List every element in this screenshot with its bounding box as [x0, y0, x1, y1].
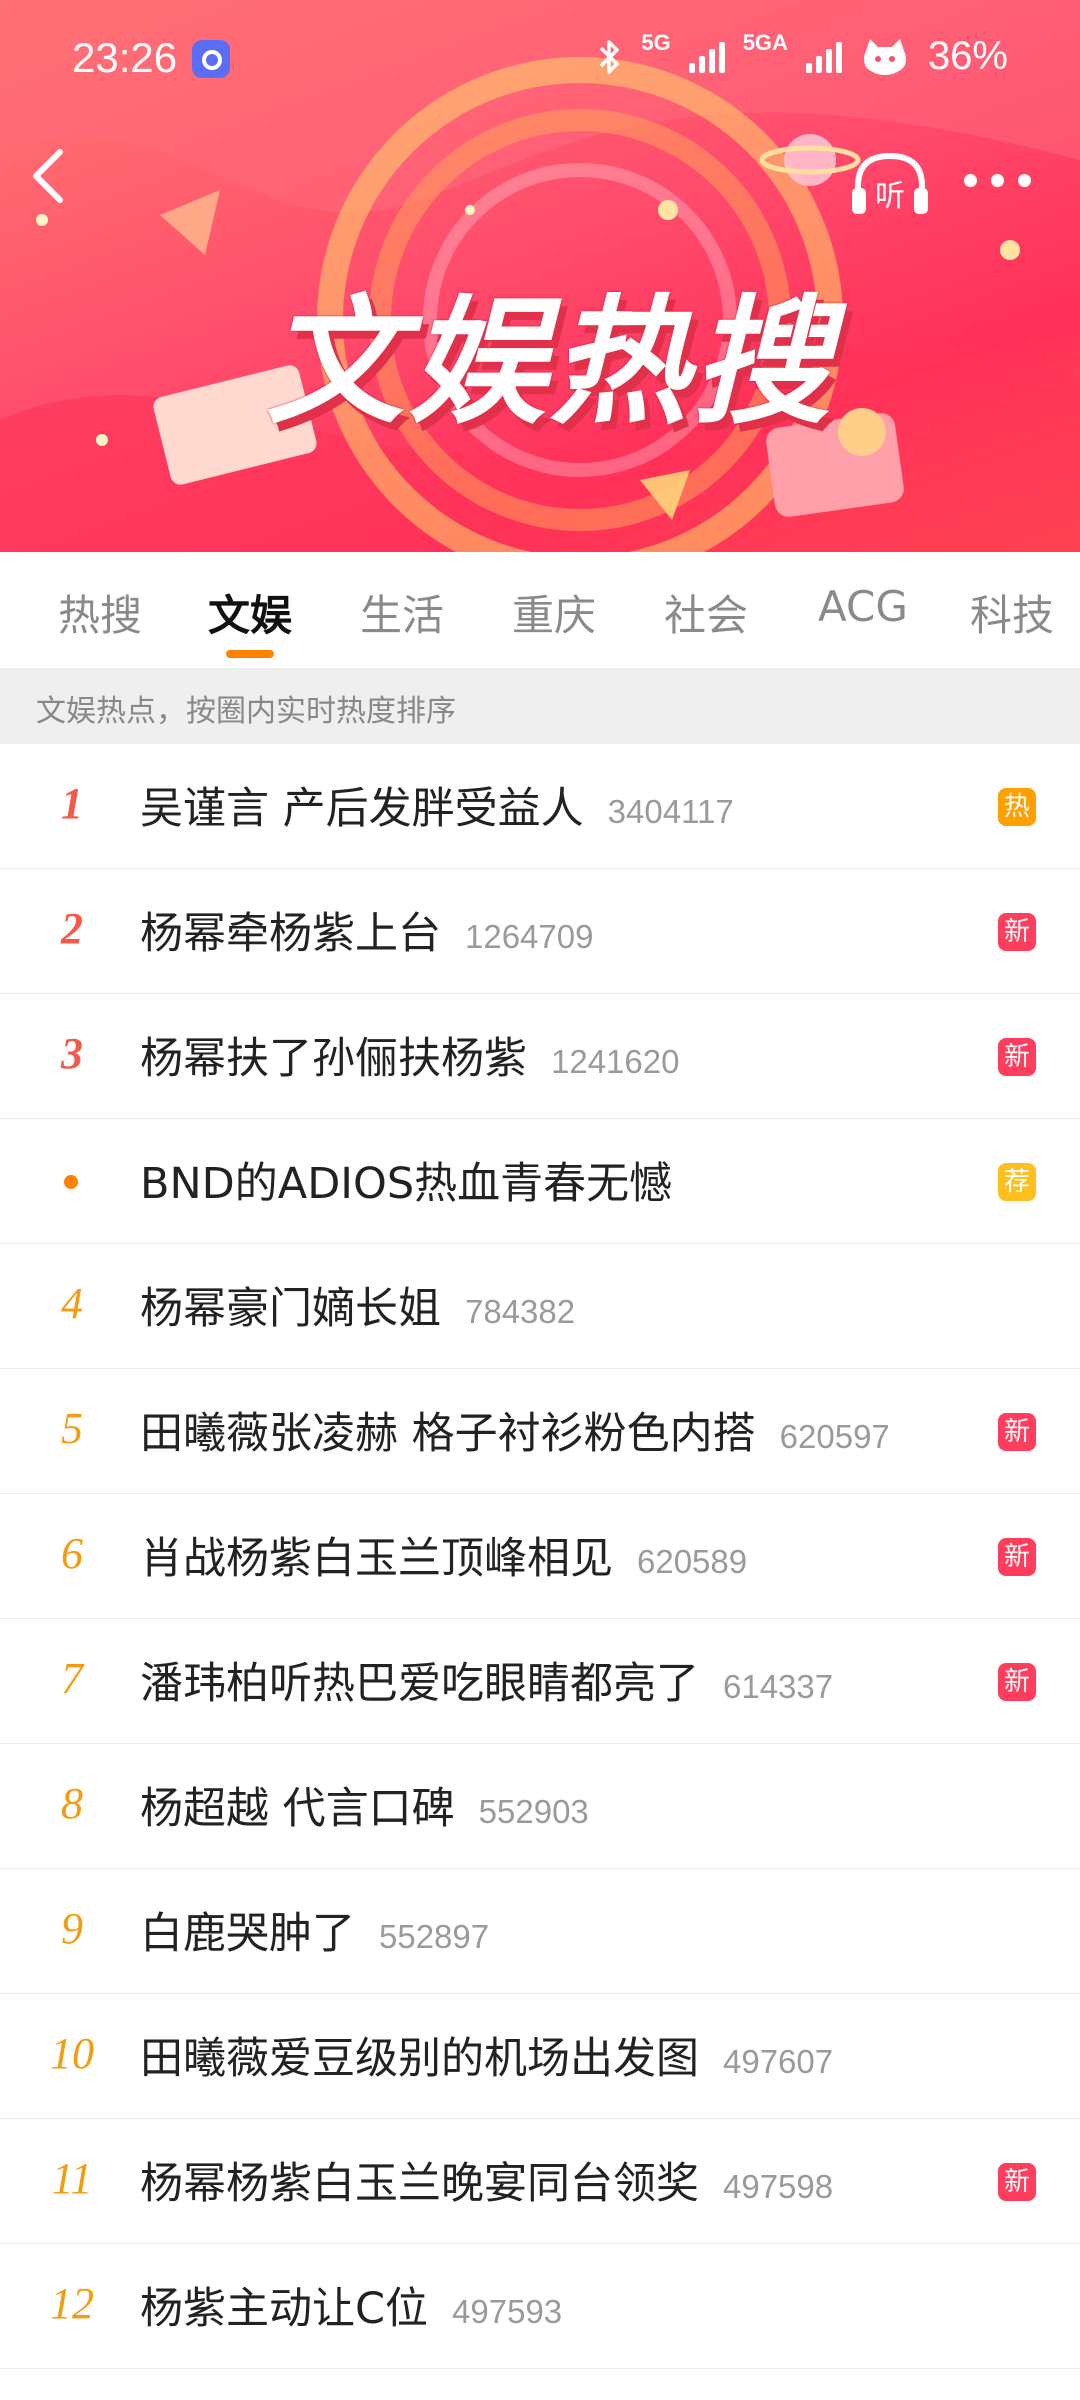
tab-society[interactable]: 社会 [664, 582, 748, 643]
heat-count: 614337 [723, 1668, 834, 1705]
heat-count: 3404117 [607, 793, 734, 830]
new-badge: 新 [998, 1663, 1036, 1701]
item-title: BND的ADIOS热血青春无憾 [140, 1159, 673, 1209]
heat-count: 1264709 [465, 918, 594, 955]
new-badge: 新 [998, 1538, 1036, 1576]
chevron-left-icon [33, 149, 63, 203]
rank-number: 2 [61, 904, 83, 953]
rank-number: 4 [61, 1279, 83, 1328]
signal-bars-icon [688, 41, 725, 73]
banner-title: 文娱热搜 [265, 282, 834, 443]
rank-number: 1 [61, 779, 83, 828]
list-item-promoted[interactable]: BND的ADIOS热血青春无憾 荐 [0, 1119, 1080, 1244]
tab-chongqing[interactable]: 重庆 [512, 582, 596, 643]
item-title: 杨幂扶了孙俪扶杨紫 [140, 1034, 527, 1084]
new-badge: 新 [998, 2163, 1036, 2201]
item-title: 田曦薇张凌赫 格子衬衫粉色内搭 [140, 1409, 756, 1459]
tab-life[interactable]: 生活 [360, 582, 444, 643]
rank-number: 9 [61, 1904, 83, 1953]
signal-bars-icon [805, 41, 842, 73]
rank-number: 12 [50, 2279, 94, 2328]
tab-hot-search[interactable]: 热搜 [58, 582, 142, 643]
list-item[interactable]: 11 杨幂杨紫白玉兰晚宴同台领奖 497598 新 [0, 2119, 1080, 2244]
rank-number: 11 [51, 2154, 93, 2203]
info-strip: 文娱热点，按圈内实时热度排序 [0, 668, 1080, 744]
status-time: 23:26 [72, 34, 178, 81]
heat-count: 552897 [379, 1918, 490, 1955]
category-tabs: 热搜 文娱 生活 重庆 社会 ACG 科技 [0, 552, 1080, 668]
item-title: 田曦薇爱豆级别的机场出发图 [140, 2034, 699, 2084]
item-title: 杨幂杨紫白玉兰晚宴同台领奖 [140, 2159, 699, 2209]
list-item[interactable]: 10 田曦薇爱豆级别的机场出发图 497607 [0, 1994, 1080, 2119]
heat-count: 497593 [452, 2293, 563, 2330]
app-notification-icon [192, 40, 230, 78]
list-item[interactable]: 7 潘玮柏听热巴爱吃眼睛都亮了 614337 新 [0, 1619, 1080, 1744]
status-indicators: 5G 5GA 36% [597, 29, 1008, 79]
item-title: 杨幂豪门嫡长姐 [140, 1284, 441, 1334]
heat-count: 620597 [779, 1418, 890, 1455]
more-options-button[interactable] [964, 160, 1044, 200]
battery-percent: 36% [927, 34, 1008, 78]
back-button[interactable] [28, 146, 88, 216]
heat-count: 1241620 [551, 1043, 680, 1080]
tab-acg[interactable]: ACG [818, 582, 908, 631]
new-badge: 新 [998, 913, 1036, 951]
heat-count: 552903 [478, 1793, 589, 1830]
rank-number: 5 [61, 1404, 83, 1453]
hot-search-list: 1 吴谨言 产后发胖受益人 3404117 热 2 杨幂牵杨紫上台 1264709 … [0, 744, 1080, 2369]
rank-number: 10 [50, 2029, 94, 2078]
list-item[interactable]: 8 杨超越 代言口碑 552903 [0, 1744, 1080, 1869]
hot-badge: 热 [998, 788, 1036, 826]
list-item[interactable]: 9 白鹿哭肿了 552897 [0, 1869, 1080, 1994]
heat-count: 497607 [723, 2043, 834, 2080]
active-tab-indicator [226, 650, 274, 658]
item-title: 吴谨言 产后发胖受益人 [140, 784, 584, 834]
more-dots-icon [964, 173, 977, 187]
rank-number: 8 [61, 1779, 83, 1828]
bluetooth-icon [600, 39, 620, 74]
listen-button[interactable]: 听 [848, 148, 932, 218]
promoted-dot-icon [64, 1175, 78, 1189]
new-badge: 新 [998, 1413, 1036, 1451]
tab-tech[interactable]: 科技 [970, 582, 1054, 643]
battery-cat-icon [863, 38, 906, 75]
heat-count: 784382 [465, 1293, 576, 1330]
item-title: 潘玮柏听热巴爱吃眼睛都亮了 [140, 1659, 699, 1709]
item-title: 肖战杨紫白玉兰顶峰相见 [140, 1534, 613, 1584]
network-label-1: 5G [641, 29, 671, 55]
list-item[interactable]: 3 杨幂扶了孙俪扶杨紫 1241620 新 [0, 994, 1080, 1119]
network-label-2: 5GA [742, 29, 788, 55]
header-banner: 23:26 5G 5GA 36% 听 文娱热搜 [0, 0, 1080, 552]
item-title: 杨紫主动让C位 [140, 2284, 429, 2334]
item-title: 杨幂牵杨紫上台 [140, 909, 441, 959]
recommend-badge: 荐 [998, 1163, 1036, 1201]
list-item[interactable]: 4 杨幂豪门嫡长姐 784382 [0, 1244, 1080, 1369]
rank-number: 3 [61, 1029, 83, 1078]
list-item[interactable]: 2 杨幂牵杨紫上台 1264709 新 [0, 869, 1080, 994]
rank-number: 6 [61, 1529, 83, 1578]
heat-count: 497598 [723, 2168, 834, 2205]
list-item[interactable]: 5 田曦薇张凌赫 格子衬衫粉色内搭 620597 新 [0, 1369, 1080, 1494]
list-item[interactable]: 12 杨紫主动让C位 497593 [0, 2244, 1080, 2369]
heat-count: 620589 [637, 1543, 748, 1580]
item-title: 杨超越 代言口碑 [140, 1784, 455, 1834]
list-item[interactable]: 6 肖战杨紫白玉兰顶峰相见 620589 新 [0, 1494, 1080, 1619]
listen-label: 听 [875, 179, 905, 214]
list-item[interactable]: 1 吴谨言 产后发胖受益人 3404117 热 [0, 744, 1080, 869]
rank-number: 7 [61, 1654, 83, 1703]
tab-entertainment[interactable]: 文娱 [208, 582, 292, 643]
status-bar: 23:26 5G 5GA 36% [0, 0, 1080, 120]
item-title: 白鹿哭肿了 [140, 1909, 355, 1959]
new-badge: 新 [998, 1038, 1036, 1076]
info-text: 文娱热点，按圈内实时热度排序 [36, 694, 456, 729]
headphones-icon: 听 [852, 152, 928, 214]
